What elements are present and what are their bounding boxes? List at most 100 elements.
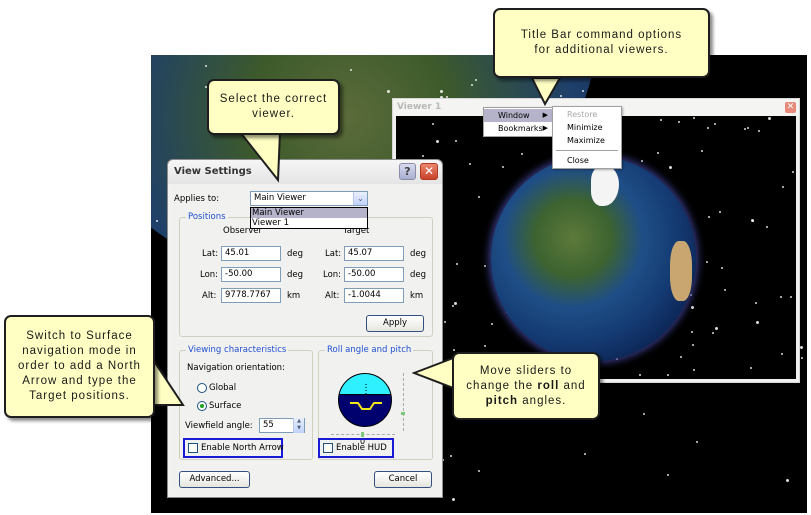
callout-text-part: angles. bbox=[518, 394, 567, 407]
star bbox=[667, 473, 670, 476]
star bbox=[712, 331, 715, 334]
target-lat-label: Lat: bbox=[325, 249, 342, 259]
target-lat-input[interactable]: 45.07 bbox=[344, 246, 404, 261]
star bbox=[484, 265, 487, 268]
dropdown-option-main-viewer[interactable]: Main Viewer bbox=[251, 208, 367, 218]
applies-to-select[interactable]: Main Viewer ⌄ bbox=[250, 191, 368, 206]
star bbox=[478, 470, 481, 473]
menu-item-label: Window bbox=[498, 111, 530, 120]
viewer-1-close-icon[interactable]: ✕ bbox=[785, 102, 796, 113]
star bbox=[792, 170, 795, 173]
star bbox=[790, 295, 793, 298]
star bbox=[436, 139, 440, 143]
star bbox=[666, 374, 669, 376]
hud-label[interactable]: Enable HUD bbox=[336, 443, 387, 453]
advanced-button[interactable]: Advanced... bbox=[179, 471, 250, 488]
roll-pitch-group-title: Roll angle and pitch bbox=[325, 345, 414, 355]
star bbox=[800, 356, 803, 359]
help-icon[interactable]: ? bbox=[399, 163, 416, 180]
observer-lat-label: Lat: bbox=[202, 249, 219, 259]
viewer-1-title: Viewer 1 bbox=[397, 102, 442, 112]
target-alt-input[interactable]: -1.0044 bbox=[344, 288, 404, 303]
star bbox=[204, 64, 207, 67]
titlebar-callout-tail bbox=[530, 78, 562, 107]
star bbox=[643, 413, 646, 416]
star bbox=[690, 306, 694, 310]
star bbox=[155, 219, 158, 222]
north-arrow-label[interactable]: Enable North Arrow bbox=[201, 443, 284, 453]
star bbox=[755, 301, 758, 304]
star bbox=[484, 345, 487, 348]
star bbox=[502, 166, 505, 169]
global-radio[interactable] bbox=[197, 383, 207, 393]
menu-item-minimize[interactable]: Minimize bbox=[553, 121, 621, 134]
pitch-slider[interactable] bbox=[403, 373, 404, 431]
submenu-arrow-icon: ▶ bbox=[542, 111, 548, 119]
star bbox=[439, 89, 443, 93]
star bbox=[641, 159, 644, 162]
apply-button[interactable]: Apply bbox=[366, 315, 424, 332]
pitch-slider-thumb[interactable] bbox=[401, 412, 405, 415]
attitude-indicator bbox=[338, 373, 392, 427]
select-viewer-callout-tail bbox=[240, 131, 282, 183]
viewfield-angle-value: 55 bbox=[263, 420, 274, 430]
close-icon[interactable]: ✕ bbox=[420, 163, 438, 180]
callout-select-viewer-text: Select the correct viewer. bbox=[219, 93, 328, 120]
target-lat-unit: deg bbox=[410, 249, 427, 259]
star bbox=[451, 497, 455, 501]
global-radio-label[interactable]: Global bbox=[209, 383, 236, 393]
dropdown-option-viewer-1[interactable]: Viewer 1 bbox=[251, 218, 367, 228]
observer-lat-unit: deg bbox=[287, 249, 304, 259]
chevron-down-icon[interactable]: ⌄ bbox=[353, 192, 367, 205]
callout-text-part: and bbox=[559, 379, 586, 392]
observer-lon-input[interactable]: -50.00 bbox=[221, 267, 281, 282]
target-alt-unit: km bbox=[410, 291, 424, 301]
observer-lat-input[interactable]: 45.01 bbox=[221, 246, 281, 261]
callout-surface-text: Switch to Surface navigation mode in ord… bbox=[18, 330, 141, 402]
star bbox=[715, 327, 719, 331]
surface-radio-label[interactable]: Surface bbox=[209, 401, 241, 411]
observer-alt-input[interactable]: 9778.7767 bbox=[221, 288, 281, 303]
star bbox=[453, 349, 456, 352]
menu-item-maximize[interactable]: Maximize bbox=[553, 134, 621, 147]
star bbox=[520, 153, 523, 156]
star bbox=[475, 78, 478, 81]
callout-titlebar: Title Bar command options for additional… bbox=[493, 8, 710, 78]
star bbox=[584, 453, 587, 456]
star bbox=[657, 152, 660, 155]
navigation-orientation-label: Navigation orientation: bbox=[187, 363, 285, 373]
star bbox=[747, 126, 750, 129]
cancel-button[interactable]: Cancel bbox=[374, 471, 432, 488]
greenland-landmass bbox=[591, 166, 619, 206]
surface-radio[interactable] bbox=[197, 401, 207, 411]
applies-to-label: Applies to: bbox=[174, 194, 220, 204]
star bbox=[639, 374, 642, 377]
observer-alt-label: Alt: bbox=[202, 291, 217, 301]
star bbox=[490, 323, 493, 326]
star bbox=[478, 196, 481, 199]
star bbox=[749, 366, 752, 369]
north-arrow-checkbox[interactable] bbox=[188, 443, 198, 453]
viewfield-angle-spinner[interactable]: ▲ ▼ bbox=[293, 418, 304, 433]
hud-checkbox[interactable] bbox=[323, 443, 333, 453]
callout-sliders: Move sliders to change the roll and pitc… bbox=[452, 352, 600, 420]
star bbox=[800, 345, 804, 349]
menu-item-close[interactable]: Close bbox=[553, 154, 621, 167]
menu-item-window[interactable]: Window ▶ bbox=[484, 109, 552, 122]
menu-item-label: Bookmarks bbox=[498, 124, 543, 133]
star bbox=[743, 127, 746, 130]
observer-alt-unit: km bbox=[287, 291, 301, 301]
star bbox=[660, 118, 663, 121]
star bbox=[693, 116, 696, 119]
target-lon-input[interactable]: -50.00 bbox=[344, 267, 404, 282]
submenu-arrow-icon: ▶ bbox=[542, 124, 548, 132]
view-settings-dialog: View Settings ? ✕ Applies to: Main Viewe… bbox=[167, 159, 443, 498]
star bbox=[469, 163, 472, 166]
star bbox=[691, 344, 694, 347]
star bbox=[680, 356, 683, 359]
star bbox=[708, 216, 711, 219]
attitude-horizon-icon bbox=[350, 384, 382, 414]
star bbox=[431, 123, 434, 126]
star bbox=[758, 129, 761, 132]
menu-item-bookmarks[interactable]: Bookmarks ▶ bbox=[484, 122, 552, 135]
